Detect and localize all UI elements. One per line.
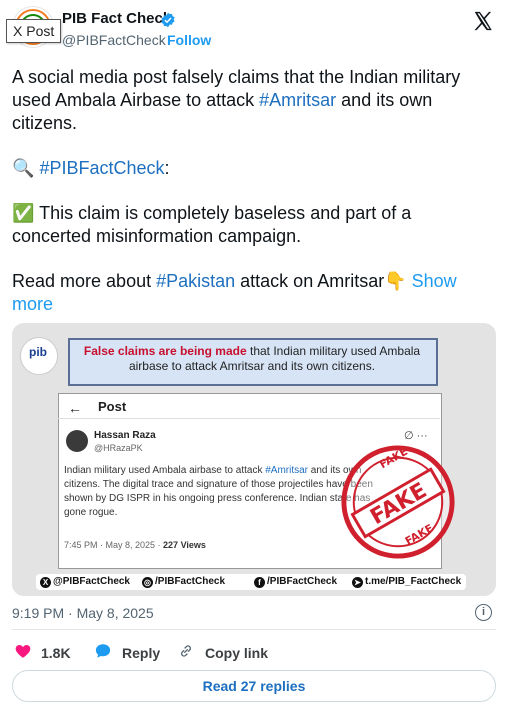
verified-badge-icon bbox=[161, 12, 175, 28]
post-text: A social media post falsely claims that … bbox=[12, 66, 492, 316]
reply-bubble-icon[interactable] bbox=[94, 642, 112, 660]
text-segment: Indian military used Ambala airbase to a… bbox=[64, 465, 266, 476]
tooltip: X Post bbox=[6, 19, 62, 43]
hashtag-amritsar[interactable]: #Amritsar bbox=[259, 90, 336, 110]
copy-link-button[interactable]: Copy link bbox=[205, 645, 268, 661]
footer-instagram-handle: ◎/PIBFactCheck bbox=[142, 576, 225, 588]
post-image[interactable]: pib False claims are being made that Ind… bbox=[12, 323, 496, 596]
like-count[interactable]: 1.8K bbox=[41, 645, 71, 661]
telegram-icon: ➤ bbox=[352, 577, 363, 588]
embedded-time: 7:45 PM · May 8, 2025 · bbox=[64, 540, 164, 550]
magnifier-emoji-icon: 🔍 bbox=[12, 158, 35, 178]
footer-facebook-handle: f/PIBFactCheck bbox=[254, 576, 337, 588]
embedded-timestamp: 7:45 PM · May 8, 2025 · 227 Views bbox=[64, 540, 206, 550]
pib-logo-text: pib bbox=[29, 345, 47, 359]
post-paragraph-3: ✅ This claim is completely baseless and … bbox=[12, 202, 492, 248]
hashtag-pibfactcheck[interactable]: #PIBFactCheck bbox=[39, 158, 164, 178]
post-paragraph-1: A social media post falsely claims that … bbox=[12, 66, 492, 135]
x-logo-icon[interactable] bbox=[472, 10, 494, 32]
back-arrow-icon: ← bbox=[68, 400, 82, 416]
embedded-views: 227 Views bbox=[163, 540, 206, 550]
reply-button[interactable]: Reply bbox=[122, 645, 160, 661]
footer-text: @PIBFactCheck bbox=[53, 576, 130, 587]
embedded-author-handle: @HRazaPK bbox=[94, 443, 143, 453]
read-replies-button[interactable]: Read 27 replies bbox=[12, 670, 496, 702]
info-icon[interactable]: i bbox=[475, 604, 492, 621]
claim-banner-text: False claims are being made that Indian … bbox=[74, 344, 430, 374]
fake-stamp: FAKE FAKE FAKE bbox=[341, 445, 455, 559]
footer-text: /PIBFactCheck bbox=[267, 576, 338, 587]
footer-x-handle: X @PIBFactCheck bbox=[40, 576, 130, 588]
embedded-author-name: Hassan Raza bbox=[94, 430, 156, 441]
embedded-post-title: Post bbox=[98, 399, 127, 414]
author-handle[interactable]: @PIBFactCheck bbox=[62, 32, 166, 48]
embedded-avatar bbox=[66, 430, 88, 452]
pointing-down-emoji-icon: 👇 bbox=[384, 271, 407, 291]
facebook-icon: f bbox=[254, 577, 265, 588]
check-mark-emoji-icon: ✅ bbox=[12, 203, 35, 223]
footer-text: /PIBFactCheck bbox=[155, 576, 226, 587]
text-segment: This claim is completely baseless and pa… bbox=[12, 203, 412, 246]
post-paragraph-4: Read more about #Pakistan attack on Amri… bbox=[12, 270, 492, 316]
follow-button[interactable]: Follow bbox=[167, 32, 211, 48]
separator-dot: · bbox=[159, 32, 164, 48]
text-segment: attack on Amritsar bbox=[235, 271, 385, 291]
text-segment: : bbox=[164, 158, 170, 178]
hashtag-pakistan[interactable]: #Pakistan bbox=[156, 271, 235, 291]
embedded-hashtag: #Amritsar bbox=[265, 465, 309, 476]
heart-icon[interactable] bbox=[14, 642, 32, 660]
instagram-icon: ◎ bbox=[142, 577, 153, 588]
link-icon[interactable] bbox=[178, 643, 194, 659]
x-icon: X bbox=[40, 577, 51, 588]
embedded-divider bbox=[58, 418, 440, 419]
embedded-more-icon: ∅ ··· bbox=[404, 430, 428, 442]
footer-telegram-handle: ➤ t.me/PIB_FactCheck bbox=[352, 576, 461, 588]
post-paragraph-2: 🔍 #PIBFactCheck: bbox=[12, 157, 492, 180]
footer-text: t.me/PIB_FactCheck bbox=[365, 576, 462, 587]
text-segment: Read more about bbox=[12, 271, 157, 291]
post-timestamp[interactable]: 9:19 PM · May 8, 2025 bbox=[12, 605, 154, 621]
claim-banner-highlight: False claims are being made bbox=[83, 344, 247, 358]
divider bbox=[12, 629, 496, 630]
author-name[interactable]: PIB Fact Check bbox=[62, 10, 171, 27]
